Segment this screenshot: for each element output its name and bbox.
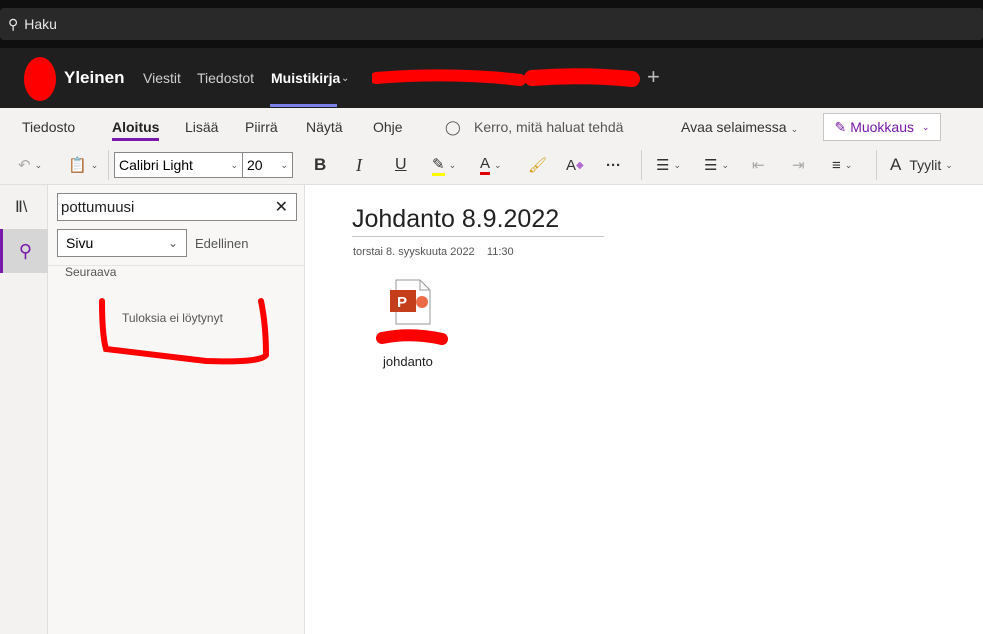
channel-name: Yleinen (64, 68, 125, 87)
notebooks-icon[interactable]: Ⅱ\ (15, 197, 27, 217)
align-button[interactable]: ≡ ⌄ (832, 152, 852, 178)
underline-button[interactable]: U (395, 152, 407, 178)
search-scope-value: Sivu (66, 235, 94, 251)
clipboard-icon: 📋 (68, 157, 87, 174)
font-family-select[interactable]: Calibri Light ⌄ (115, 153, 243, 177)
ribbon-tab-piirra[interactable]: Piirrä (245, 119, 278, 135)
styles-label: Tyylit (909, 157, 942, 173)
ribbon-tab-ohje[interactable]: Ohje (373, 119, 403, 135)
format-painter-icon[interactable]: 🖌 (528, 152, 547, 178)
styles-icon: A (890, 155, 902, 174)
ribbon-tab-aloitus[interactable]: Aloitus (112, 119, 160, 141)
edit-mode-button[interactable]: ✎ Muokkaus ⌄ (823, 113, 941, 141)
ribbon-tab-lisaa[interactable]: Lisää (185, 119, 218, 135)
svg-text:P: P (397, 294, 407, 311)
close-icon[interactable]: ✕ (275, 197, 288, 217)
font-family-value: Calibri Light (119, 157, 193, 173)
page-date-value: torstai 8. syyskuuta 2022 (353, 246, 475, 258)
lightbulb-icon: ◯ (445, 119, 461, 135)
search-panel: pottumuusi ✕ Sivu ⌄ Edellinen Seuraava Tul… (48, 185, 305, 634)
page-time-value: 11:30 (486, 246, 514, 258)
search-query-value: pottumuusi (61, 198, 135, 216)
edit-mode-label: Muokkaus (850, 119, 914, 135)
numbered-list-icon: ☰ (704, 157, 718, 174)
italic-button[interactable]: I (356, 152, 362, 178)
ribbon-tab-tiedosto[interactable]: Tiedosto (22, 119, 75, 135)
page-title[interactable]: Johdanto 8.9.2022 (352, 205, 604, 237)
search-icon: ⚲ (8, 15, 19, 32)
font-color-button[interactable]: A ⌄ (480, 152, 502, 178)
tab-viestit[interactable]: Viestit (143, 70, 181, 86)
styles-button[interactable]: A Tyylit ⌄ (890, 152, 953, 178)
open-in-browser-label: Avaa selaimessa (681, 119, 787, 135)
ribbon: Tiedosto Aloitus Lisää Piirrä Näytä Ohje… (0, 108, 983, 185)
bold-button[interactable]: B (314, 152, 326, 178)
open-in-browser-button[interactable]: Avaa selaimessa ⌄ (681, 119, 798, 135)
decrease-indent-icon[interactable]: ⇤ (752, 152, 765, 178)
search-query-input[interactable]: pottumuusi ✕ (57, 193, 297, 221)
highlight-button[interactable]: ✎ ⌄ (432, 152, 456, 178)
bullet-list-icon: ☰ (656, 157, 670, 174)
redacted-logo (24, 57, 56, 101)
increase-indent-icon[interactable]: ⇥ (792, 152, 805, 178)
chevron-down-icon: ⌄ (790, 124, 799, 134)
search-placeholder: Haku (24, 16, 57, 32)
channel-header: Yleinen Viestit Tiedostot Muistikirja ⌄ … (0, 48, 983, 108)
more-options-icon[interactable]: ··· (606, 152, 621, 178)
paste-button[interactable]: 📋 ⌄ (68, 152, 98, 178)
powerpoint-file-icon[interactable]: P (388, 278, 434, 326)
tab-muistikirja[interactable]: Muistikirja (271, 70, 340, 86)
attachment-label[interactable]: johdanto (383, 354, 433, 369)
tell-me-box[interactable]: Kerro, mitä haluat tehdä (474, 119, 623, 135)
font-color-icon: A (480, 155, 491, 175)
search-scope-select[interactable]: Sivu ⌄ (57, 229, 187, 257)
clear-formatting-icon[interactable]: A ◆ (566, 152, 584, 178)
align-left-icon: ≡ (832, 156, 841, 174)
ribbon-tab-nayta[interactable]: Näytä (306, 119, 343, 135)
red-scribble-annotation (99, 298, 270, 365)
active-tab-indicator (270, 104, 337, 107)
font-size-select[interactable]: 20 ⌄ (243, 153, 292, 177)
highlighter-icon: ✎ (432, 155, 445, 176)
undo-button[interactable]: ↶ ⌄ (18, 152, 42, 178)
chevron-down-icon[interactable]: ⌄ (341, 73, 349, 84)
numbering-button[interactable]: ☰ ⌄ (704, 152, 729, 178)
redacted-tab (372, 68, 640, 87)
chevron-down-icon: ⌄ (922, 121, 930, 132)
left-rail: Ⅱ\ ⚲ (0, 185, 48, 634)
page-date: torstai 8. syyskuuta 2022 11:30 (353, 246, 514, 258)
redacted-file-name (376, 329, 448, 345)
top-bar: ⚲ Haku (0, 0, 983, 48)
previous-result-button[interactable]: Edellinen (195, 236, 249, 251)
search-icon: ⚲ (18, 240, 33, 261)
pencil-icon: ✎ (834, 118, 847, 135)
bullets-button[interactable]: ☰ ⌄ (656, 152, 681, 178)
undo-icon: ↶ (18, 157, 31, 174)
global-search[interactable]: ⚲ Haku (0, 8, 983, 40)
tab-tiedostot[interactable]: Tiedostot (197, 70, 254, 86)
next-result-button[interactable]: Seuraava (65, 265, 116, 279)
font-size-value: 20 (247, 157, 263, 173)
add-tab-plus-icon[interactable]: + (647, 64, 660, 90)
search-rail-button[interactable]: ⚲ (0, 229, 48, 273)
